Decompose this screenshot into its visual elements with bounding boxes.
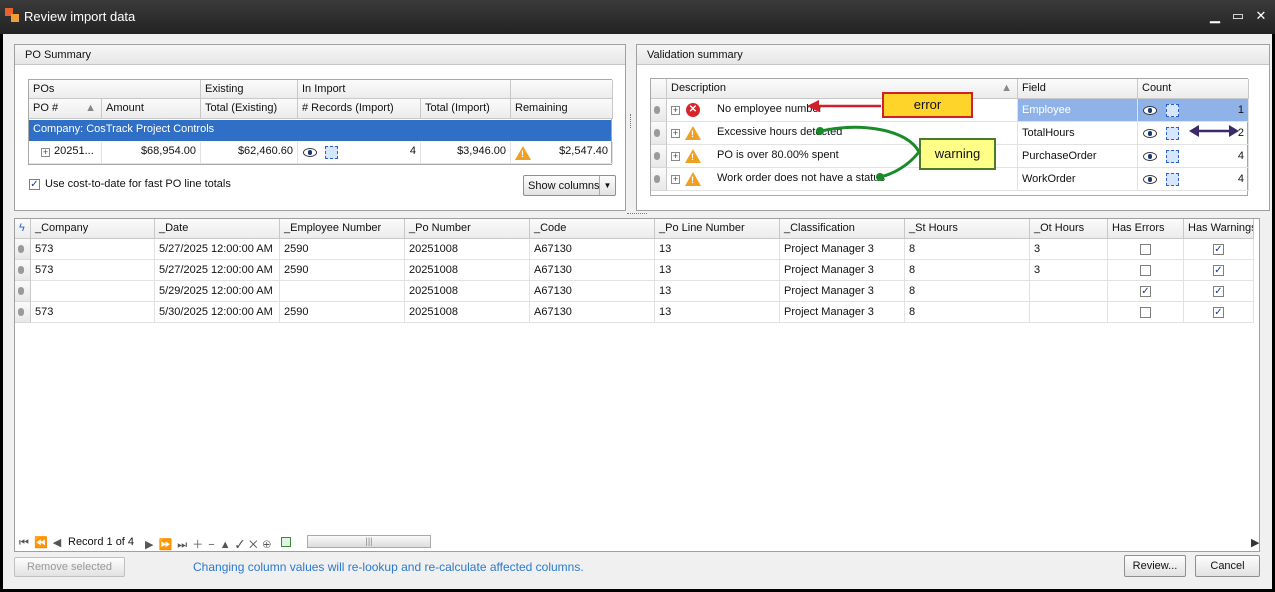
app-icon — [5, 8, 19, 22]
ot-hours-cell[interactable]: 3 — [1030, 260, 1108, 281]
has-errors-cell[interactable] — [1108, 260, 1184, 281]
po-line-number-cell[interactable]: 13 — [655, 239, 780, 260]
ot-hours-cell[interactable] — [1030, 281, 1108, 302]
row-indicator[interactable] — [15, 302, 31, 323]
date-cell[interactable]: 5/27/2025 12:00:00 AM — [155, 239, 280, 260]
col-has-errors[interactable]: Has Errors — [1108, 219, 1184, 239]
col-po-number[interactable]: _Po Number — [405, 219, 530, 239]
st-hours-cell[interactable]: 8 — [905, 260, 1030, 281]
code-cell[interactable]: A67130 — [530, 302, 655, 323]
record-counter: Record 1 of 4 — [68, 536, 135, 548]
row-indicator-icon — [18, 245, 24, 253]
po-number-cell[interactable]: 20251008 — [405, 302, 530, 323]
employee-number-cell[interactable]: 2590 — [280, 260, 405, 281]
remove-selected-button[interactable]: Remove selected — [14, 557, 125, 577]
has-warnings-cell[interactable]: ✓ — [1184, 239, 1254, 260]
classification-cell[interactable]: Project Manager 3 — [780, 281, 905, 302]
date-cell[interactable]: 5/30/2025 12:00:00 AM — [155, 302, 280, 323]
company-cell[interactable] — [31, 281, 155, 302]
code-cell[interactable]: A67130 — [530, 260, 655, 281]
excel-export-icon[interactable] — [281, 537, 291, 547]
has-errors-cell[interactable] — [1108, 239, 1184, 260]
employee-number-cell[interactable]: 2590 — [280, 302, 405, 323]
date-cell[interactable]: 5/27/2025 12:00:00 AM — [155, 260, 280, 281]
import-grid: ϟ ⏮ ⏪ ◀ Record 1 of 4 ▶ ⏩ ⏭ ＋ − ▲ ✓ ✕ ⊕ … — [14, 218, 1260, 552]
code-cell[interactable]: A67130 — [530, 239, 655, 260]
po-line-number-cell[interactable]: 13 — [655, 260, 780, 281]
row-indicator[interactable] — [15, 239, 31, 260]
has-warnings-cell[interactable]: ✓ — [1184, 302, 1254, 323]
has-warnings-checkbox[interactable]: ✓ — [1213, 265, 1224, 276]
col-date[interactable]: _Date — [155, 219, 280, 239]
hint-text: Changing column values will re-lookup an… — [193, 560, 584, 574]
has-errors-checkbox[interactable] — [1140, 244, 1151, 255]
ot-hours-cell[interactable]: 3 — [1030, 239, 1108, 260]
company-cell[interactable]: 573 — [31, 260, 155, 281]
row-indicator-icon — [18, 266, 24, 274]
has-warnings-checkbox[interactable]: ✓ — [1213, 286, 1224, 297]
has-warnings-checkbox[interactable]: ✓ — [1213, 307, 1224, 318]
st-hours-cell[interactable]: 8 — [905, 239, 1030, 260]
review-button[interactable]: Review... — [1124, 555, 1186, 577]
splitter-horizontal[interactable] — [627, 213, 647, 216]
col-employee-number[interactable]: _Employee Number — [280, 219, 405, 239]
has-errors-checkbox[interactable] — [1140, 307, 1151, 318]
po-line-number-cell[interactable]: 13 — [655, 302, 780, 323]
col-ot-hours[interactable]: _Ot Hours — [1030, 219, 1108, 239]
company-cell[interactable]: 573 — [31, 239, 155, 260]
po-number-cell[interactable]: 20251008 — [405, 281, 530, 302]
row-indicator-icon — [18, 287, 24, 295]
po-line-number-cell[interactable]: 13 — [655, 281, 780, 302]
employee-number-cell[interactable] — [280, 281, 405, 302]
row-indicator[interactable] — [15, 281, 31, 302]
date-cell[interactable]: 5/29/2025 12:00:00 AM — [155, 281, 280, 302]
classification-cell[interactable]: Project Manager 3 — [780, 239, 905, 260]
has-errors-checkbox[interactable] — [1140, 265, 1151, 276]
col-classification[interactable]: _Classification — [780, 219, 905, 239]
row-indicator[interactable] — [15, 260, 31, 281]
col-st-hours[interactable]: _St Hours — [905, 219, 1030, 239]
col-company[interactable]: _Company — [31, 219, 155, 239]
window-title: Review import data — [24, 9, 136, 24]
cancel-button[interactable]: Cancel — [1195, 555, 1260, 577]
record-navigator: ⏮ ⏪ ◀ Record 1 of 4 ▶ ⏩ ⏭ ＋ − ▲ ✓ ✕ ⊕ ||… — [19, 534, 1259, 551]
po-number-cell[interactable]: 20251008 — [405, 239, 530, 260]
row-indicator-icon — [18, 308, 24, 316]
horizontal-scrollbar[interactable]: ||| — [307, 535, 431, 548]
has-errors-cell[interactable]: ✓ — [1108, 281, 1184, 302]
employee-number-cell[interactable]: 2590 — [280, 239, 405, 260]
st-hours-cell[interactable]: 8 — [905, 302, 1030, 323]
col-po-line-number[interactable]: _Po Line Number — [655, 219, 780, 239]
ot-hours-cell[interactable] — [1030, 302, 1108, 323]
lightning-icon[interactable]: ϟ — [15, 219, 31, 239]
dialog-client: PO Summary POs Existing In Import PO # ▲ … — [3, 34, 1272, 589]
has-warnings-checkbox[interactable]: ✓ — [1213, 244, 1224, 255]
nav-next-last-icons[interactable]: ▶ ⏩ ⏭ ＋ − ▲ ✓ ✕ ⊕ — [145, 536, 272, 552]
has-errors-checkbox[interactable]: ✓ — [1140, 286, 1151, 297]
has-warnings-cell[interactable]: ✓ — [1184, 281, 1254, 302]
st-hours-cell[interactable]: 8 — [905, 281, 1030, 302]
has-errors-cell[interactable] — [1108, 302, 1184, 323]
minimize-icon[interactable]: ▁ — [1206, 8, 1224, 24]
scroll-right-icon[interactable]: ▶ — [1251, 536, 1259, 549]
code-cell[interactable]: A67130 — [530, 281, 655, 302]
classification-cell[interactable]: Project Manager 3 — [780, 260, 905, 281]
col-has-warnings[interactable]: Has Warnings — [1184, 219, 1254, 239]
classification-cell[interactable]: Project Manager 3 — [780, 302, 905, 323]
company-cell[interactable]: 573 — [31, 302, 155, 323]
maximize-icon[interactable]: ▭ — [1229, 8, 1247, 24]
nav-first-prev-icons[interactable]: ⏮ ⏪ ◀ — [19, 536, 62, 550]
po-number-cell[interactable]: 20251008 — [405, 260, 530, 281]
has-warnings-cell[interactable]: ✓ — [1184, 260, 1254, 281]
review-import-window: Review import data ▁ ▭ ✕ PO Summary POs … — [0, 0, 1275, 592]
col-code[interactable]: _Code — [530, 219, 655, 239]
close-icon[interactable]: ✕ — [1252, 8, 1270, 24]
title-bar: Review import data ▁ ▭ ✕ — [0, 0, 1275, 34]
